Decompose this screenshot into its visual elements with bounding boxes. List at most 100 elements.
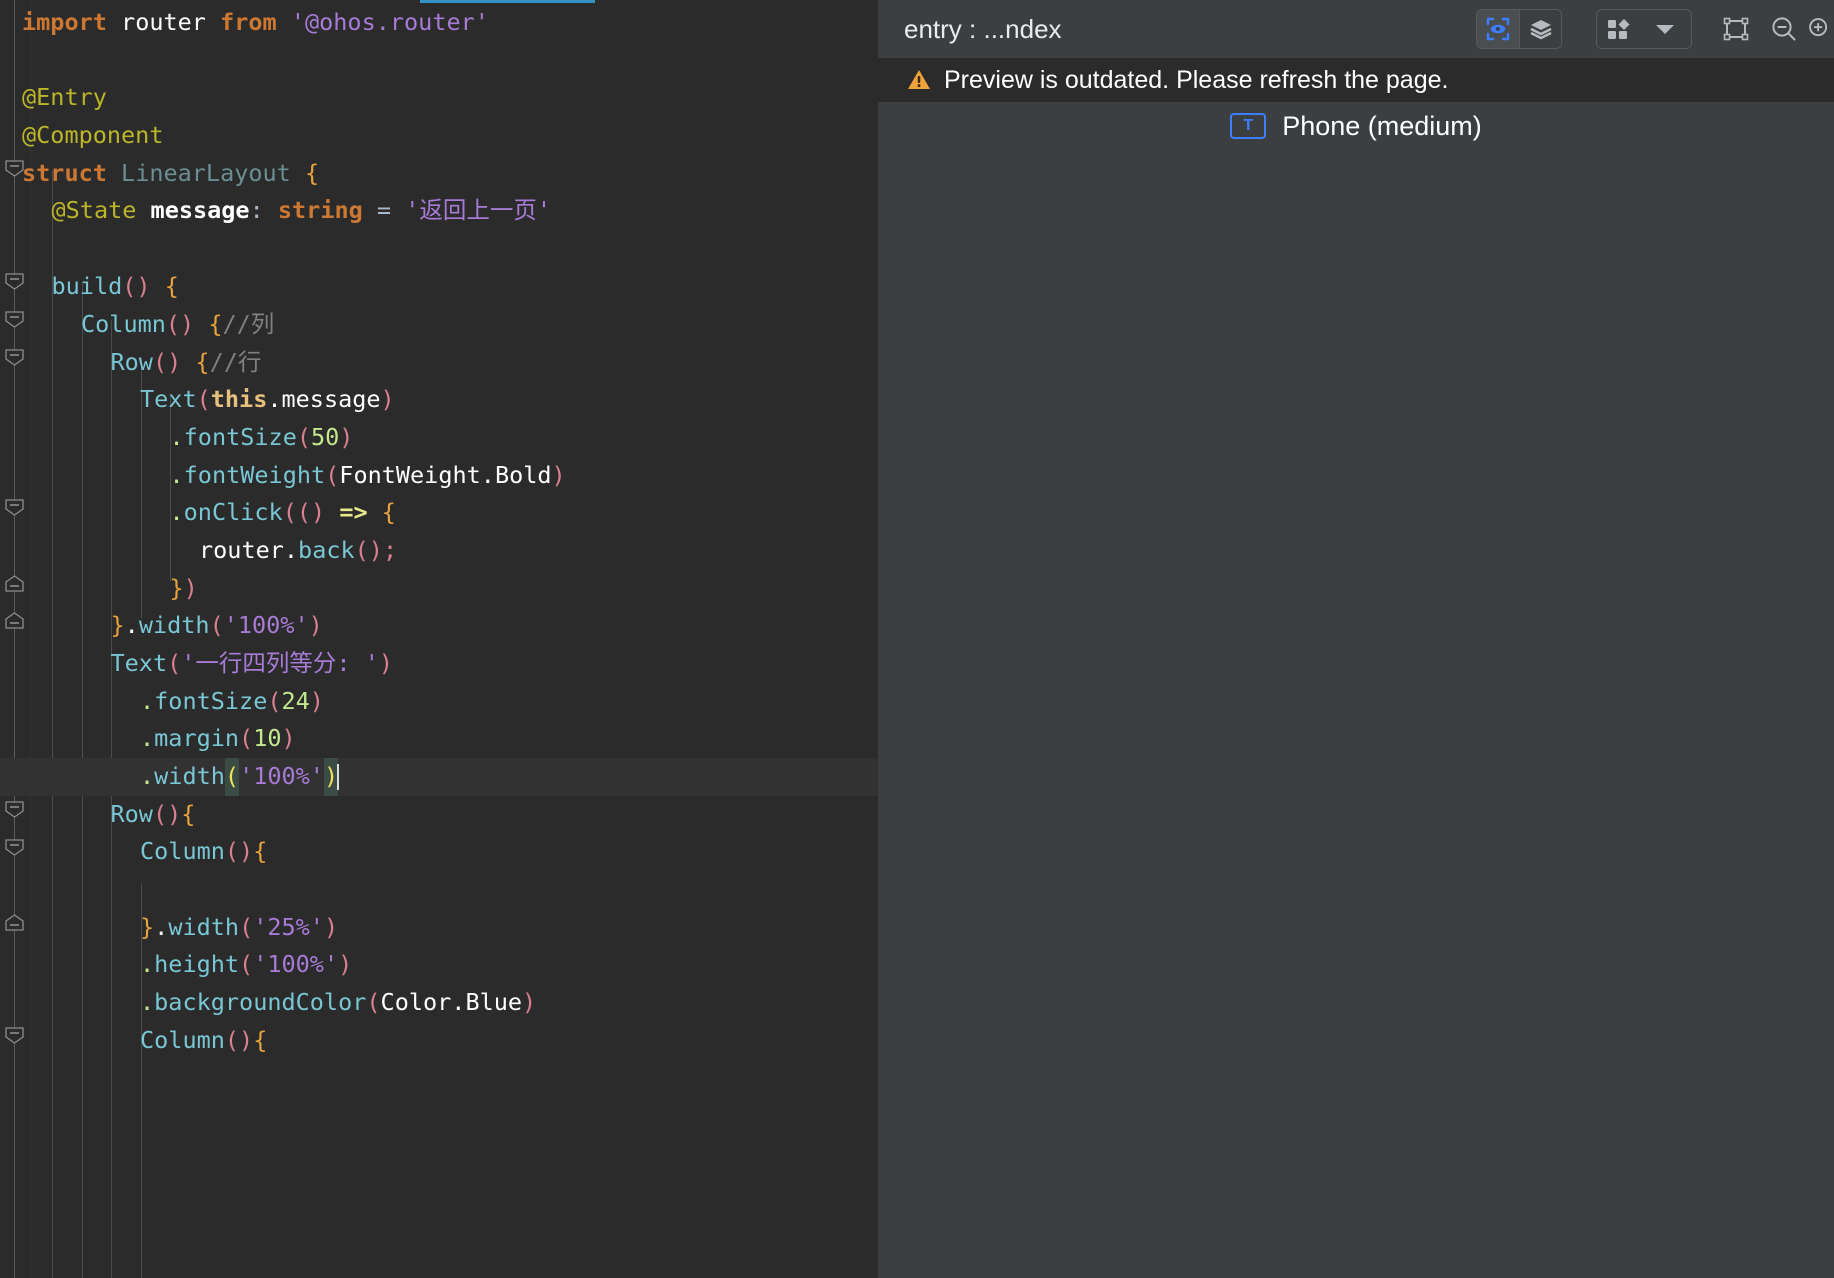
code-token: ) — [323, 913, 339, 941]
code-token: { — [253, 1026, 268, 1054]
code-line[interactable]: Row() {//行 — [0, 344, 878, 382]
code-editor-pane[interactable]: import router from '@ohos.router' @Entry @… — [0, 0, 878, 1278]
code-token: (( — [282, 498, 311, 526]
code-line[interactable]: Column(){ — [0, 833, 878, 871]
code-line[interactable]: Column(){ — [0, 1022, 878, 1060]
code-line[interactable]: Text('一行四列等分: ') — [0, 645, 878, 683]
bounds-button[interactable] — [1712, 9, 1760, 49]
code-token: Column — [140, 837, 225, 865]
code-token: () — [152, 800, 182, 828]
code-token: . — [267, 385, 282, 413]
code-line[interactable]: Column() {//列 — [0, 306, 878, 344]
code-token: () — [354, 536, 383, 564]
code-token: //行 — [209, 348, 262, 376]
preview-warning-banner: Preview is outdated. Please refresh the … — [878, 58, 1834, 102]
code-token: { — [253, 837, 268, 865]
code-line[interactable] — [0, 871, 878, 909]
code-token: Column — [81, 310, 166, 338]
code-token: '@ohos.router' — [290, 8, 489, 36]
code-token: Text — [140, 385, 197, 413]
code-line[interactable]: struct LinearLayout { — [0, 155, 878, 193]
code-token: ) — [339, 423, 354, 451]
zoom-in-button[interactable] — [1808, 9, 1834, 49]
code-token: } — [140, 913, 155, 941]
code-line[interactable]: @State message: string = '返回上一页' — [0, 192, 878, 230]
eye-inspect-button[interactable] — [1477, 10, 1519, 48]
code-token: ( — [239, 950, 254, 978]
code-token: { — [208, 310, 223, 338]
code-token: struct — [22, 159, 107, 187]
code-line[interactable]: router. back(); — [0, 532, 878, 570]
code-token: { — [181, 800, 196, 828]
code-line[interactable]: . backgroundColor(Color. Blue) — [0, 984, 878, 1022]
code-line[interactable]: }. width('25%') — [0, 909, 878, 947]
code-token: router — [121, 8, 206, 36]
code-line[interactable]: . fontSize(24) — [0, 683, 878, 721]
device-selector-row[interactable]: T Phone (medium) — [878, 102, 1834, 150]
code-token: //列 — [222, 310, 275, 338]
inspect-layers-group — [1476, 9, 1562, 49]
code-token: ) — [323, 758, 339, 796]
code-text-area[interactable]: import router from '@ohos.router' @Entry @… — [0, 0, 878, 1278]
code-line[interactable]: . height('100%') — [0, 946, 878, 984]
code-token: } — [110, 611, 125, 639]
code-line[interactable]: . width('100%') — [0, 758, 878, 796]
code-token: . — [154, 913, 169, 941]
code-token: router — [199, 536, 284, 564]
code-token: 50 — [311, 423, 340, 451]
code-line[interactable]: }. width('100%') — [0, 607, 878, 645]
code-line[interactable]: }) — [0, 570, 878, 608]
code-token: Row — [110, 348, 153, 376]
code-line[interactable]: @Component — [0, 117, 878, 155]
code-token: ) — [308, 611, 323, 639]
code-token: 10 — [253, 724, 282, 752]
preview-header: entry : ...ndex — [878, 0, 1834, 58]
preview-file-title: entry : ...ndex — [904, 13, 1062, 44]
code-token: = — [362, 196, 406, 224]
code-token: @State — [51, 196, 137, 224]
code-line[interactable]: @Entry — [0, 79, 878, 117]
code-token: '100%' — [223, 611, 309, 639]
code-line[interactable] — [0, 42, 878, 80]
code-token: Blue — [465, 988, 523, 1016]
code-line[interactable]: . fontWeight(FontWeight. Bold) — [0, 457, 878, 495]
code-token: '返回上一页' — [405, 196, 552, 224]
code-token: { — [381, 498, 396, 526]
code-line[interactable]: . margin(10) — [0, 720, 878, 758]
code-token: { — [304, 159, 320, 187]
code-token: fontSize — [183, 423, 297, 451]
components-button[interactable] — [1597, 10, 1639, 48]
code-token: () — [224, 837, 254, 865]
zoom-out-button[interactable] — [1760, 9, 1808, 49]
code-token: ) — [281, 724, 296, 752]
code-token: ) — [378, 649, 393, 677]
code-line[interactable]: Text(this. message) — [0, 381, 878, 419]
code-token: ) — [309, 687, 324, 715]
code-token: ( — [209, 611, 224, 639]
code-line[interactable] — [0, 230, 878, 268]
code-token: { — [195, 348, 210, 376]
code-line[interactable]: build() { — [0, 268, 878, 306]
code-token: margin — [154, 724, 240, 752]
components-dropdown-button[interactable] — [1639, 10, 1691, 48]
code-token: from — [220, 8, 277, 36]
code-token: ( — [366, 988, 381, 1016]
code-token: . — [140, 724, 155, 752]
code-line[interactable]: . fontSize(50) — [0, 419, 878, 457]
code-token: . — [140, 950, 155, 978]
warning-triangle-icon — [908, 70, 930, 89]
code-token: Row — [110, 800, 153, 828]
code-line[interactable]: import router from '@ohos.router' — [0, 4, 878, 42]
code-token: '100%' — [253, 950, 339, 978]
code-token: back — [298, 536, 355, 564]
code-token: 24 — [281, 687, 310, 715]
code-token: ( — [325, 461, 340, 489]
code-line[interactable]: Row(){ — [0, 796, 878, 834]
code-token: import — [22, 8, 107, 36]
layers-button[interactable] — [1519, 10, 1561, 48]
code-token: ( — [296, 423, 311, 451]
code-line[interactable]: . onClick(() => { — [0, 494, 878, 532]
